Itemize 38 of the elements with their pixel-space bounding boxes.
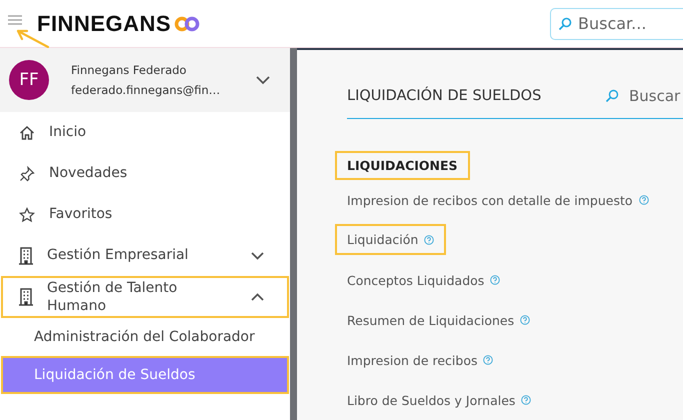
page-title: LIQUIDACIÓN DE SUELDOS xyxy=(347,88,542,104)
search-field[interactable]: Buscar... xyxy=(550,8,683,40)
report-link[interactable]: Impresion de recibos con detalle de impuesto xyxy=(347,180,683,220)
section-heading: LIQUIDACIONES xyxy=(335,151,470,180)
help-icon xyxy=(520,315,530,325)
report-link[interactable]: Liquidación xyxy=(335,224,446,255)
help-icon xyxy=(638,195,649,205)
nav-item[interactable]: Gestión de Talento Humano xyxy=(1,276,289,318)
nav-item[interactable]: Gestión Empresarial xyxy=(1,235,289,276)
nav-item[interactable]: Novedades xyxy=(1,153,289,194)
building-icon xyxy=(19,246,33,264)
building-icon xyxy=(19,288,33,306)
help-icon xyxy=(490,275,500,285)
home-icon xyxy=(19,124,35,140)
nav-item[interactable]: Inicio xyxy=(1,112,289,153)
help-icon xyxy=(521,395,532,405)
search-field[interactable]: Buscar xyxy=(603,84,683,108)
search-icon xyxy=(605,89,619,103)
logo-text: FINNEGANS xyxy=(37,10,172,36)
chevron-icon[interactable] xyxy=(256,76,270,84)
menu-icon[interactable] xyxy=(8,14,22,24)
report-link[interactable]: Conceptos Liquidados xyxy=(347,260,683,300)
user-email: federado.finnegans@fin… xyxy=(71,83,222,97)
submenu-item[interactable]: Administración del Colaborador xyxy=(1,318,289,356)
search-icon xyxy=(558,16,572,30)
star-icon xyxy=(19,206,35,222)
avatar: FF xyxy=(9,60,49,100)
user-name: Finnegans Federado xyxy=(71,63,188,77)
report-link[interactable]: Resumen de Liquidaciones xyxy=(347,300,683,340)
nav-item[interactable]: Favoritos xyxy=(1,194,289,235)
help-icon xyxy=(483,355,494,365)
logo-icon xyxy=(174,16,200,32)
report-link[interactable]: Libro de Sueldos y Jornales xyxy=(347,380,683,420)
pin-icon xyxy=(19,166,35,182)
report-link[interactable]: Impresion de recibos xyxy=(347,340,683,380)
help-icon xyxy=(424,234,434,244)
user-panel[interactable]: FF Finnegans Federado federado.finnegans@fin… xyxy=(0,48,290,112)
scrollbar[interactable] xyxy=(290,48,297,420)
